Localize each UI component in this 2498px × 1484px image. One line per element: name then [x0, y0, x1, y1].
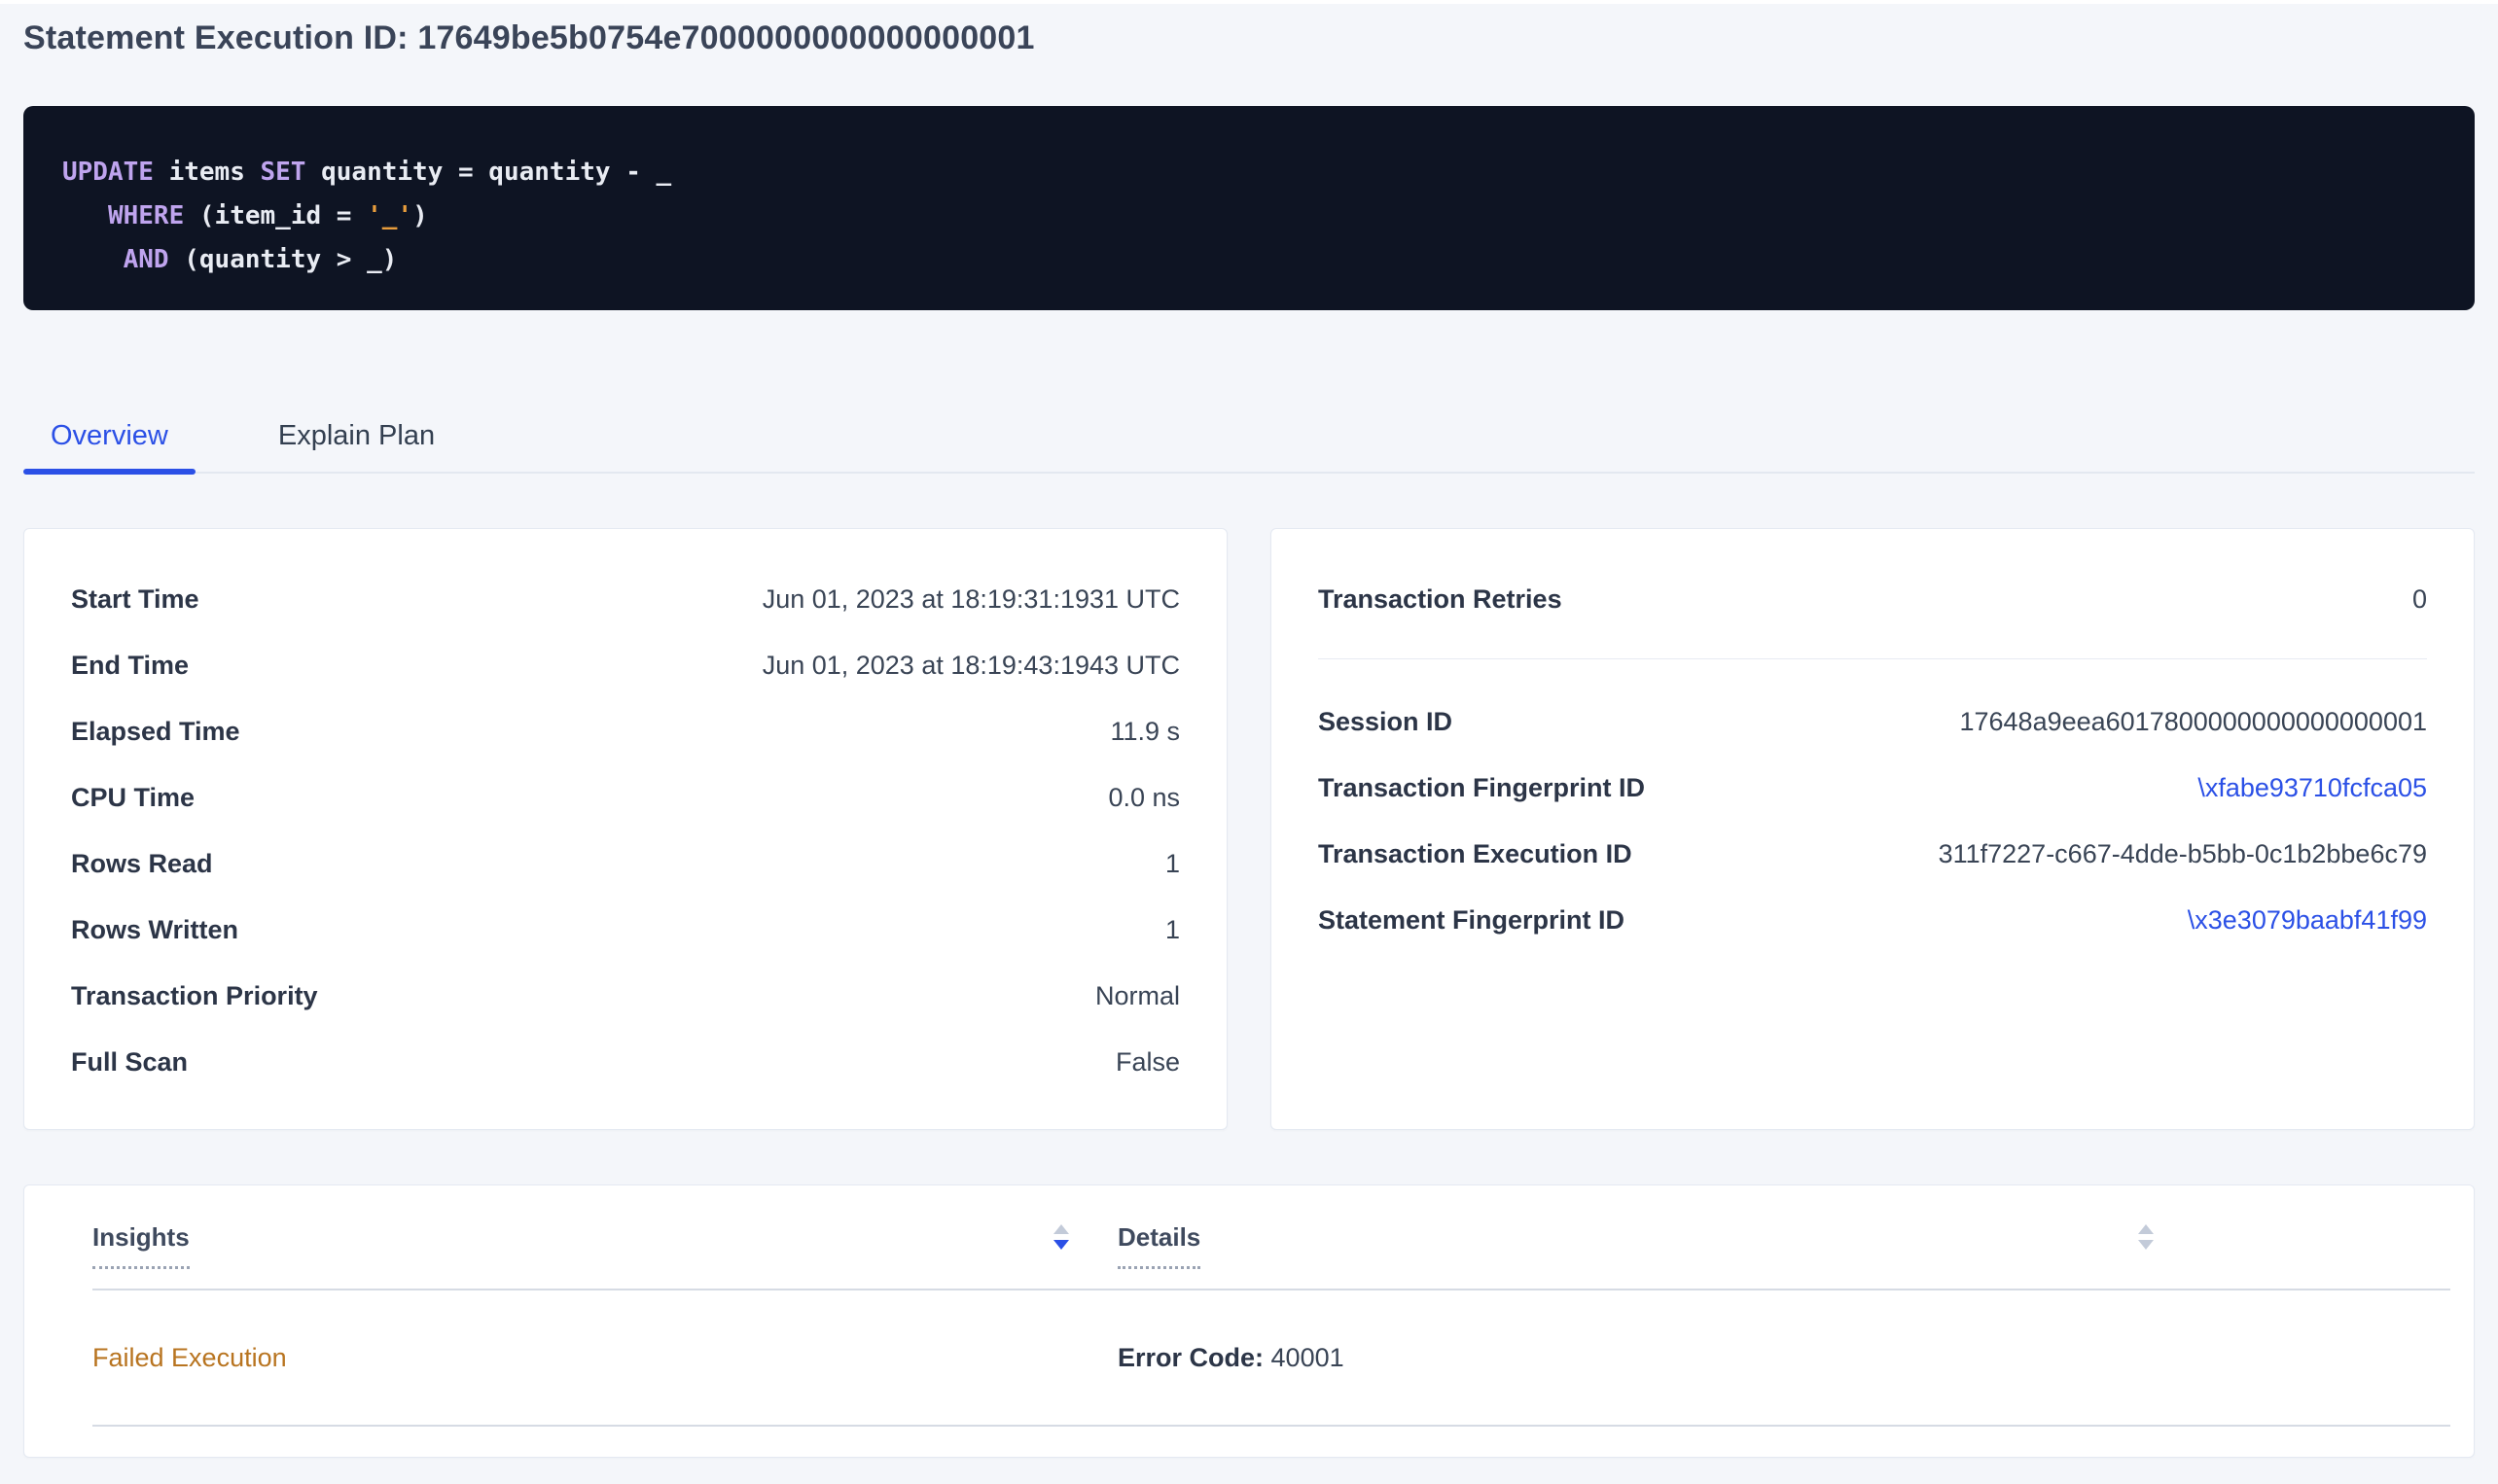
details-column-header[interactable]: Details [1118, 1222, 1200, 1269]
stat-label: Start Time [71, 584, 199, 615]
insights-column-header[interactable]: Insights [92, 1222, 190, 1269]
identifiers-card: Transaction Retries 0 Session ID 17648a9… [1270, 528, 2475, 1130]
stat-label: Transaction Fingerprint ID [1318, 773, 1645, 803]
sql-indent [62, 201, 108, 230]
details-sort-icon[interactable] [2138, 1224, 2154, 1250]
sort-asc-triangle-icon [2138, 1224, 2154, 1234]
sql-line-1: UPDATE items SET quantity = quantity - _ [62, 151, 2436, 194]
sql-text: ) [412, 201, 428, 230]
card-divider [1318, 658, 2427, 659]
error-code-label: Error Code: [1118, 1343, 1264, 1372]
sql-keyword: SET [261, 158, 306, 187]
sort-desc-triangle-icon [1053, 1240, 1069, 1250]
insights-header-cell: Insights [92, 1222, 1069, 1253]
stat-row-session-id: Session ID 17648a9eea6017800000000000000… [1318, 689, 2427, 755]
stat-label: Transaction Retries [1318, 584, 1562, 615]
sql-statement-box: UPDATE items SET quantity = quantity - _… [23, 106, 2475, 310]
transaction-fingerprint-link[interactable]: \xfabe93710fcfca05 [2197, 773, 2427, 803]
statement-fingerprint-link[interactable]: \x3e3079baabf41f99 [2188, 905, 2427, 936]
stat-row-elapsed-time: Elapsed Time 11.9 s [71, 698, 1180, 764]
sql-keyword: UPDATE [62, 158, 154, 187]
sql-keyword: AND [124, 245, 169, 274]
stat-value: 1 [1165, 849, 1180, 879]
details-header-cell: Details [1118, 1222, 2154, 1253]
sql-string-literal: '_' [367, 201, 412, 230]
stat-value: Normal [1095, 981, 1180, 1011]
tab-explain-plan[interactable]: Explain Plan [251, 420, 462, 472]
stat-value: 311f7227-c667-4dde-b5bb-0c1b2bbe6c79 [1939, 839, 2427, 869]
sql-text: items [154, 158, 261, 187]
insight-table-row: Failed Execution Error Code: 40001 [92, 1290, 2450, 1427]
stat-label: Rows Written [71, 915, 238, 945]
stat-label: Session ID [1318, 707, 1452, 737]
stat-row-transaction-execution-id: Transaction Execution ID 311f7227-c667-4… [1318, 821, 2427, 887]
stat-row-end-time: End Time Jun 01, 2023 at 18:19:43:1943 U… [71, 632, 1180, 698]
page-title: Statement Execution ID: 17649be5b0754e70… [23, 4, 2475, 57]
error-code-value: 40001 [1264, 1343, 1344, 1372]
sql-keyword: WHERE [108, 201, 184, 230]
stat-label: CPU Time [71, 783, 195, 813]
stat-label: Transaction Priority [71, 981, 318, 1011]
overview-cards-row: Start Time Jun 01, 2023 at 18:19:31:1931… [23, 528, 2475, 1130]
stat-label: Transaction Execution ID [1318, 839, 1632, 869]
stat-value: 0 [2412, 584, 2427, 615]
detail-tabs: Overview Explain Plan [23, 420, 2475, 474]
stat-label: Rows Read [71, 849, 213, 879]
stat-value: Jun 01, 2023 at 18:19:43:1943 UTC [763, 651, 1180, 681]
sort-asc-triangle-icon [1053, 1224, 1069, 1234]
stat-row-transaction-fingerprint-id: Transaction Fingerprint ID \xfabe93710fc… [1318, 755, 2427, 821]
sql-text: (item_id = [184, 201, 367, 230]
stat-row-statement-fingerprint-id: Statement Fingerprint ID \x3e3079baabf41… [1318, 887, 2427, 953]
insight-cell: Failed Execution [92, 1343, 1069, 1373]
insights-table-header: Insights Details [92, 1185, 2450, 1290]
insights-sort-icon[interactable] [1053, 1224, 1069, 1250]
stat-row-transaction-priority: Transaction Priority Normal [71, 963, 1180, 1029]
statement-execution-page: Statement Execution ID: 17649be5b0754e70… [0, 4, 2498, 1458]
stat-row-cpu-time: CPU Time 0.0 ns [71, 764, 1180, 830]
stat-value: 17648a9eea6017800000000000000001 [1959, 707, 2427, 737]
sql-text: (quantity > _) [169, 245, 398, 274]
stat-value: 1 [1165, 915, 1180, 945]
insight-status-failed-execution: Failed Execution [92, 1343, 287, 1373]
stat-label: Statement Fingerprint ID [1318, 905, 1624, 936]
error-code-text: Error Code: 40001 [1118, 1343, 1344, 1373]
sort-desc-triangle-icon [2138, 1240, 2154, 1250]
execution-stats-card: Start Time Jun 01, 2023 at 18:19:31:1931… [23, 528, 1228, 1130]
stat-row-transaction-retries: Transaction Retries 0 [1318, 566, 2427, 632]
stat-row-full-scan: Full Scan False [71, 1029, 1180, 1095]
stat-value: False [1116, 1047, 1180, 1078]
stat-row-rows-read: Rows Read 1 [71, 830, 1180, 897]
stat-label: Elapsed Time [71, 717, 240, 747]
tab-overview[interactable]: Overview [23, 420, 196, 472]
sql-line-2: WHERE (item_id = '_') [62, 194, 2436, 238]
insights-table-card: Insights Details Failed Execution Error … [23, 1184, 2475, 1458]
stat-value: Jun 01, 2023 at 18:19:31:1931 UTC [763, 584, 1180, 615]
sql-text: quantity = quantity - _ [305, 158, 671, 187]
stat-value: 11.9 s [1110, 717, 1180, 747]
sql-indent [62, 245, 124, 274]
stat-label: Full Scan [71, 1047, 188, 1078]
stat-row-start-time: Start Time Jun 01, 2023 at 18:19:31:1931… [71, 566, 1180, 632]
detail-cell: Error Code: 40001 [1118, 1343, 2154, 1373]
sql-line-3: AND (quantity > _) [62, 238, 2436, 282]
stat-value: 0.0 ns [1108, 783, 1180, 813]
stat-label: End Time [71, 651, 189, 681]
stat-row-rows-written: Rows Written 1 [71, 897, 1180, 963]
